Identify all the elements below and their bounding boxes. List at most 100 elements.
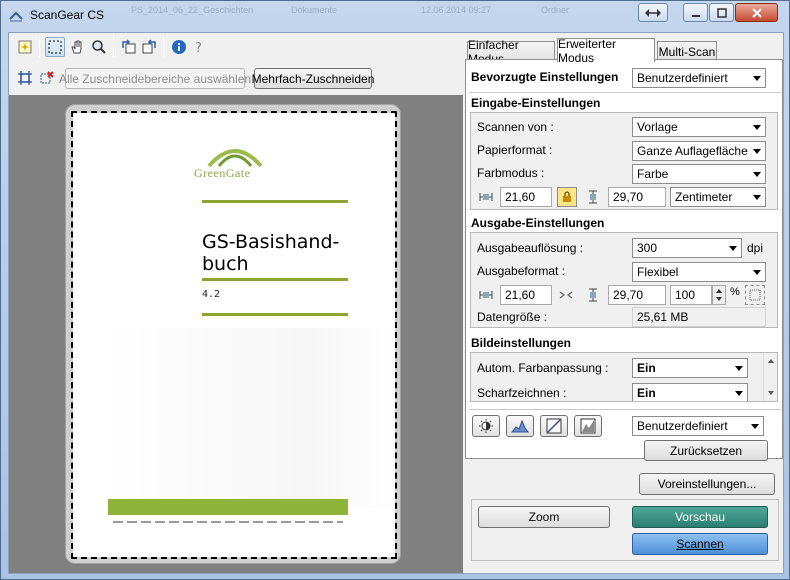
document-title: GS-Basishand- buch (202, 231, 340, 275)
aspect-lock-button[interactable] (557, 187, 577, 207)
tab-multi-scan[interactable]: Multi-Scan (657, 41, 717, 61)
output-settings-group: Ausgabeauflösung : 300 dpi Ausgabeformat… (470, 232, 778, 328)
scale-field[interactable]: 100 (670, 285, 712, 305)
crop-tool[interactable] (45, 37, 65, 57)
color-mode-value: Farbe (637, 167, 669, 181)
rotate-left-tool[interactable] (119, 37, 139, 57)
output-resolution-label: Ausgabeauflösung : (477, 241, 584, 255)
tone-preset-value: Benutzerdefiniert (637, 419, 728, 433)
image-settings-scrollbar[interactable] (763, 353, 777, 401)
ghost-text-1: PS_2014_06_22_Geschichten (131, 5, 254, 15)
tone-curve-button[interactable] (540, 415, 568, 437)
output-height-field[interactable]: 29,70 (608, 285, 666, 305)
chevron-down-icon (753, 125, 761, 130)
paper-format-label: Papierformat : (477, 143, 553, 157)
scan-from-value: Vorlage (637, 120, 678, 134)
paper-format-combo[interactable]: Ganze Auflagefläche (632, 141, 766, 161)
output-format-combo[interactable]: Flexibel (632, 262, 766, 282)
width-icon (479, 193, 493, 201)
scangear-app-icon (9, 11, 23, 22)
crop-frame-icon (18, 71, 32, 85)
help-tool[interactable]: ? (189, 37, 209, 57)
greengate-logo-arc-icon (207, 149, 263, 168)
select-all-crops-button[interactable]: Alle Zuschneidebereiche auswählen (59, 68, 251, 89)
reset-button[interactable]: Zurücksetzen (644, 440, 768, 461)
output-height-icon (589, 288, 597, 302)
chain-link-icon (559, 291, 573, 299)
sharpen-combo[interactable]: Ein (632, 383, 748, 401)
rotate-right-tool[interactable] (139, 37, 159, 57)
image-settings-heading: Bildeinstellungen (471, 336, 572, 350)
multi-crop-button[interactable]: Mehrfach-Zuschneiden (252, 68, 374, 89)
zoom-button[interactable]: Zoom (478, 506, 610, 528)
window-title: ScanGear CS (30, 8, 105, 22)
rotate-left-icon (122, 39, 136, 54)
preferences-button[interactable]: Voreinstellungen... (639, 473, 775, 495)
help-title-button[interactable] (683, 3, 708, 22)
zoom-tool[interactable] (89, 37, 109, 57)
ghost-text-3: 12.06.2014 09:27 (421, 5, 492, 15)
input-width-field[interactable]: 21,60 (500, 187, 552, 207)
scan-from-combo[interactable]: Vorlage (632, 117, 766, 137)
scanned-document[interactable]: GreenGate GS-Basishand- buch 4.2 (71, 111, 397, 559)
close-button[interactable] (735, 3, 778, 22)
final-review-button[interactable] (574, 415, 602, 437)
preview-button[interactable]: Vorschau (632, 506, 768, 528)
document-rule-middle (202, 278, 348, 281)
scangear-window: ScanGear CS PS_2014_06_22_Geschichten Do… (0, 0, 790, 580)
lock-icon (563, 191, 571, 202)
hand-tool[interactable] (67, 37, 87, 57)
auto-color-label: Autom. Farbanpassung : (477, 361, 609, 375)
color-mode-combo[interactable]: Farbe (632, 164, 766, 184)
chevron-down-icon (753, 76, 761, 81)
color-mode-label: Farbmodus : (477, 166, 545, 180)
brightness-icon (479, 419, 493, 433)
chevron-down-icon (735, 391, 743, 396)
paper-format-value: Ganze Auflagefläche (637, 144, 748, 158)
chevron-down-icon (753, 195, 761, 200)
auto-color-combo[interactable]: Ein (632, 358, 748, 378)
tone-preset-combo[interactable]: Benutzerdefiniert (632, 416, 764, 436)
histogram-icon (511, 419, 529, 433)
scale-spinner[interactable] (712, 285, 726, 305)
output-settings-heading: Ausgabe-Einstellungen (471, 216, 605, 230)
chevron-down-icon (753, 172, 761, 177)
scroll-up-icon (768, 359, 774, 363)
scan-button[interactable]: Scannen (632, 533, 768, 555)
chevron-down-icon (753, 149, 761, 154)
unit-combo[interactable]: Zentimeter (670, 187, 766, 207)
input-height-field[interactable]: 29,70 (608, 187, 666, 207)
brightness-contrast-button[interactable] (472, 415, 500, 437)
info-tool[interactable] (169, 37, 189, 57)
output-resolution-combo[interactable]: 300 (632, 238, 742, 258)
percent-label: % (730, 286, 740, 298)
tab-simple-mode[interactable]: Einfacher Modus (467, 38, 555, 66)
auto-crop-tool[interactable] (15, 37, 35, 57)
tone-curve-icon (546, 418, 562, 434)
preferred-settings-combo[interactable]: Benutzerdefiniert (632, 68, 766, 88)
input-settings-heading: Eingabe-Einstellungen (471, 96, 601, 110)
close-icon (751, 7, 762, 18)
auto-crop-icon (18, 40, 32, 54)
maximize-button[interactable] (709, 3, 734, 22)
tab-advanced-mode[interactable]: Erweiterter Modus (557, 37, 655, 65)
chevron-down-icon (753, 270, 761, 275)
crop-marquee-icon (48, 40, 62, 54)
preview-toolbar: ? (9, 33, 463, 61)
output-width-field[interactable]: 21,60 (500, 285, 552, 305)
histogram-button[interactable] (506, 415, 534, 437)
data-size-value: 25,61 MB (632, 307, 766, 327)
svg-text:?: ? (195, 41, 202, 55)
toggle-mode-button[interactable] (638, 3, 668, 22)
zoom-icon (92, 40, 106, 54)
crop-frame-tool[interactable] (15, 68, 35, 88)
final-review-icon (580, 418, 596, 434)
settings-pane: Einfacher Modus Erweiterter Modus Multi-… (465, 33, 785, 573)
preview-area[interactable]: GreenGate GS-Basishand- buch 4.2 (9, 95, 463, 573)
input-settings-group: Scannen von : Vorlage Papierformat : Gan… (470, 112, 778, 210)
delete-crop-tool[interactable] (37, 68, 57, 88)
rotate-right-icon (142, 39, 156, 54)
sharpen-value: Ein (637, 386, 656, 400)
image-fit-button[interactable] (745, 285, 765, 305)
ghost-text-2: Dokumente (291, 5, 338, 15)
